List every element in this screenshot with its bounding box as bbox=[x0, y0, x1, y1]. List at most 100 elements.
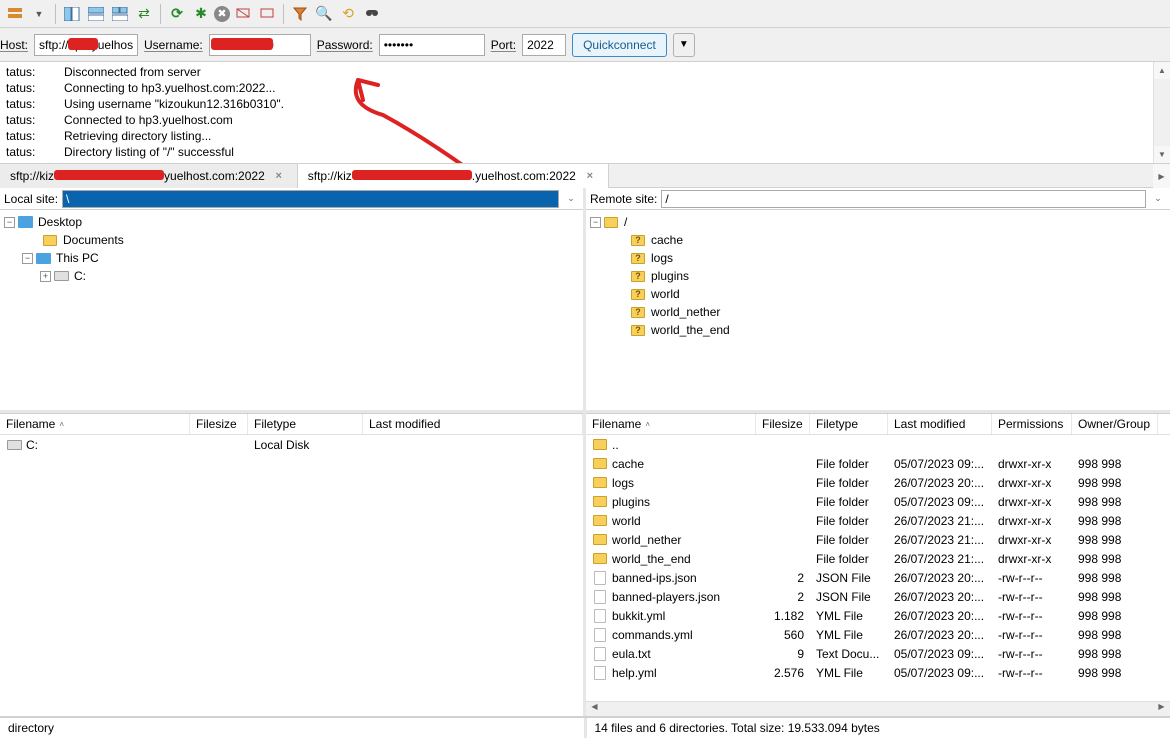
list-item[interactable]: world_the_endFile folder26/07/2023 21:..… bbox=[586, 549, 1170, 568]
remote-directory-tree[interactable]: −/?cache?logs?plugins?world?world_nether… bbox=[586, 210, 1170, 413]
main-panes: Local site: ⌄ − Desktop Documents − This PC +… bbox=[0, 188, 1170, 717]
toggle-local-tree-icon[interactable] bbox=[61, 3, 83, 25]
quickconnect-bar: Host: Username: Password: Port: Quickcon… bbox=[0, 28, 1170, 62]
tree-node[interactable]: − This PC bbox=[4, 249, 579, 267]
list-item[interactable]: banned-players.json2JSON File26/07/2023 … bbox=[586, 587, 1170, 606]
password-label: Password: bbox=[317, 38, 373, 52]
message-log: tatus:Disconnected from servertatus:Conn… bbox=[0, 62, 1170, 164]
tree-node[interactable]: −/ bbox=[590, 213, 1166, 231]
remote-file-list-header: Filename˄ Filesize Filetype Last modifie… bbox=[586, 413, 1170, 435]
tree-label: world_nether bbox=[651, 305, 720, 319]
col-lastmodified[interactable]: Last modified bbox=[363, 414, 583, 434]
local-file-list-header: Filename˄ Filesize Filetype Last modifie… bbox=[0, 413, 583, 435]
list-item[interactable]: bukkit.yml1.182YML File26/07/2023 20:...… bbox=[586, 606, 1170, 625]
local-status: directory bbox=[0, 718, 584, 738]
compare-icon[interactable]: 🔍 bbox=[313, 3, 335, 25]
list-item[interactable]: banned-ips.json2JSON File26/07/2023 20:.… bbox=[586, 568, 1170, 587]
local-pane: Local site: ⌄ − Desktop Documents − This PC +… bbox=[0, 188, 586, 716]
connection-tabs: sftp://kizyuelhost.com:2022 × sftp://kiz… bbox=[0, 164, 1170, 188]
col-lastmodified[interactable]: Last modified bbox=[888, 414, 992, 434]
tree-node[interactable]: ?plugins bbox=[590, 267, 1166, 285]
list-item[interactable]: cacheFile folder05/07/2023 09:...drwxr-x… bbox=[586, 454, 1170, 473]
search-icon[interactable] bbox=[361, 3, 383, 25]
connection-tab-2[interactable]: sftp://kiz.yuelhost.com:2022 × bbox=[298, 164, 609, 188]
list-item[interactable]: pluginsFile folder05/07/2023 09:...drwxr… bbox=[586, 492, 1170, 511]
disconnect-icon[interactable] bbox=[232, 3, 254, 25]
col-permissions[interactable]: Permissions bbox=[992, 414, 1072, 434]
tree-label: This PC bbox=[56, 251, 99, 265]
log-line: tatus:Connecting to hp3.yuelhost.com:202… bbox=[6, 80, 1164, 96]
port-label: Port: bbox=[491, 38, 516, 52]
tree-node[interactable]: Documents bbox=[4, 231, 579, 249]
local-site-label: Local site: bbox=[4, 192, 58, 206]
log-scrollbar[interactable]: ▲ ▼ bbox=[1153, 62, 1170, 163]
reconnect-icon[interactable] bbox=[256, 3, 278, 25]
site-manager-dropdown-icon[interactable]: ▼ bbox=[28, 3, 50, 25]
remote-status: 14 files and 6 directories. Total size: … bbox=[584, 718, 1170, 738]
tree-label: world_the_end bbox=[651, 323, 730, 337]
expand-icon[interactable]: − bbox=[22, 253, 33, 264]
log-line: tatus:Directory listing of "/" successfu… bbox=[6, 144, 1164, 160]
connection-tab-1[interactable]: sftp://kizyuelhost.com:2022 × bbox=[0, 164, 298, 188]
col-filetype[interactable]: Filetype bbox=[248, 414, 363, 434]
refresh-icon[interactable]: ⟳ bbox=[166, 3, 188, 25]
cancel-icon[interactable]: ✖ bbox=[214, 6, 230, 22]
tab-scroll-right[interactable]: ▶ bbox=[1153, 164, 1170, 188]
tree-label: Desktop bbox=[38, 215, 82, 229]
toggle-remote-tree-icon[interactable] bbox=[85, 3, 107, 25]
remote-path-bar: Remote site: ⌄ bbox=[586, 188, 1170, 210]
list-item[interactable]: eula.txt9Text Docu...05/07/2023 09:...-r… bbox=[586, 644, 1170, 663]
col-owner-group[interactable]: Owner/Group bbox=[1072, 414, 1158, 434]
expand-icon[interactable]: − bbox=[4, 217, 15, 228]
list-item[interactable]: world_netherFile folder26/07/2023 21:...… bbox=[586, 530, 1170, 549]
list-item[interactable]: help.yml2.576YML File05/07/2023 09:...-r… bbox=[586, 663, 1170, 682]
remote-pane: Remote site: ⌄ −/?cache?logs?plugins?wor… bbox=[586, 188, 1170, 716]
list-item[interactable]: C:Local Disk bbox=[0, 435, 583, 454]
tree-label: C: bbox=[74, 269, 86, 283]
password-input[interactable] bbox=[379, 34, 485, 56]
list-item[interactable]: commands.yml560YML File26/07/2023 20:...… bbox=[586, 625, 1170, 644]
quickconnect-history-dropdown[interactable]: ▼ bbox=[673, 33, 695, 57]
tree-label: Documents bbox=[63, 233, 124, 247]
remote-path-dropdown-icon[interactable]: ⌄ bbox=[1150, 193, 1166, 204]
filter-icon[interactable] bbox=[289, 3, 311, 25]
remote-path-input[interactable] bbox=[661, 190, 1146, 208]
local-path-input[interactable] bbox=[62, 190, 559, 208]
list-item[interactable]: worldFile folder26/07/2023 21:...drwxr-x… bbox=[586, 511, 1170, 530]
tree-node[interactable]: − Desktop bbox=[4, 213, 579, 231]
col-filesize[interactable]: Filesize bbox=[756, 414, 810, 434]
list-item[interactable]: .. bbox=[586, 435, 1170, 454]
tree-node[interactable]: ?world bbox=[590, 285, 1166, 303]
tree-node[interactable]: ?world_nether bbox=[590, 303, 1166, 321]
local-file-rows[interactable]: C:Local Disk bbox=[0, 435, 583, 716]
port-input[interactable] bbox=[522, 34, 566, 56]
col-filesize[interactable]: Filesize bbox=[190, 414, 248, 434]
expand-icon[interactable]: − bbox=[590, 217, 601, 228]
sync-icon[interactable]: ⟲ bbox=[337, 3, 359, 25]
col-filename[interactable]: Filename˄ bbox=[586, 414, 756, 434]
list-item[interactable]: logsFile folder26/07/2023 20:...drwxr-xr… bbox=[586, 473, 1170, 492]
local-directory-tree[interactable]: − Desktop Documents − This PC + C: bbox=[0, 210, 583, 413]
toggle-queue-icon[interactable] bbox=[109, 3, 131, 25]
sync-browse-icon[interactable]: ⇄ bbox=[133, 3, 155, 25]
tree-node[interactable]: + C: bbox=[4, 267, 579, 285]
quickconnect-button[interactable]: Quickconnect bbox=[572, 33, 667, 57]
remote-file-rows[interactable]: ..cacheFile folder05/07/2023 09:...drwxr… bbox=[586, 435, 1170, 701]
tree-node[interactable]: ?cache bbox=[590, 231, 1166, 249]
process-queue-icon[interactable]: ✱ bbox=[190, 3, 212, 25]
close-icon[interactable]: × bbox=[271, 168, 287, 184]
local-path-dropdown-icon[interactable]: ⌄ bbox=[563, 193, 579, 204]
tree-node[interactable]: ?world_the_end bbox=[590, 321, 1166, 339]
username-label: Username: bbox=[144, 38, 203, 52]
remote-site-label: Remote site: bbox=[590, 192, 657, 206]
site-manager-icon[interactable] bbox=[4, 3, 26, 25]
remote-h-scrollbar[interactable]: ◀▶ bbox=[586, 701, 1170, 716]
col-filename[interactable]: Filename˄ bbox=[0, 414, 190, 434]
tree-node[interactable]: ?logs bbox=[590, 249, 1166, 267]
close-icon[interactable]: × bbox=[582, 168, 598, 184]
expand-icon[interactable]: + bbox=[40, 271, 51, 282]
tree-label: cache bbox=[651, 233, 683, 247]
status-bar: directory 14 files and 6 directories. To… bbox=[0, 717, 1170, 738]
log-line: tatus:Connected to hp3.yuelhost.com bbox=[6, 112, 1164, 128]
col-filetype[interactable]: Filetype bbox=[810, 414, 888, 434]
